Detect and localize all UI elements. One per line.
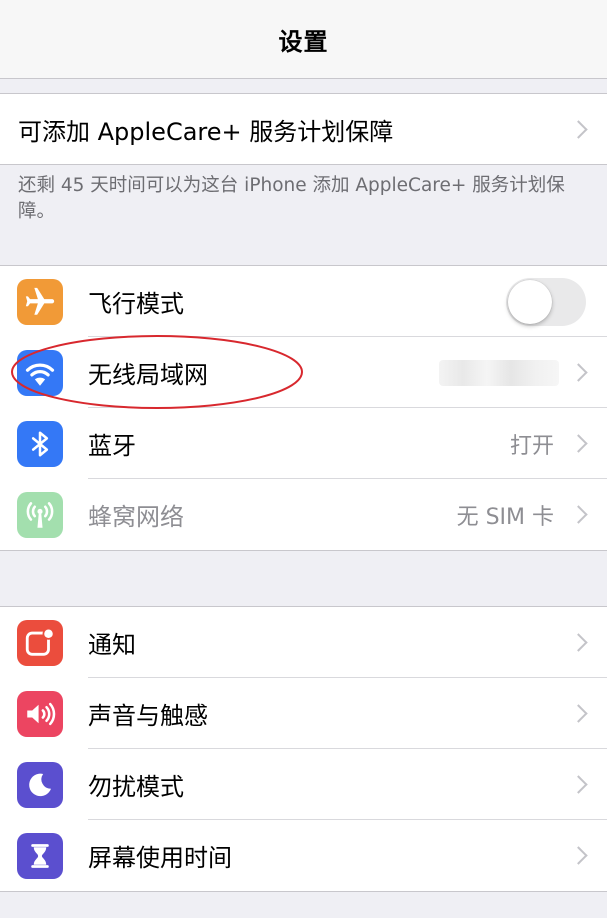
toggle-knob <box>508 279 552 324</box>
settings-row-wifi[interactable]: 无线局域网 <box>0 337 607 408</box>
cellular-label: 蜂窝网络 <box>88 503 184 531</box>
speaker-icon <box>17 690 63 737</box>
airplane-mode-label: 飞行模式 <box>88 290 184 318</box>
chevron-right-icon <box>569 775 588 794</box>
connectivity-group: 飞行模式 无线局域网 蓝牙 打开 蜂窝网络 无 SIM 卡 <box>0 265 607 551</box>
page-title: 设置 <box>278 27 329 56</box>
screen-time-label: 屏幕使用时间 <box>88 844 232 872</box>
settings-row-airplane-mode: 飞行模式 <box>0 266 607 337</box>
settings-row-cellular[interactable]: 蜂窝网络 无 SIM 卡 <box>0 479 607 550</box>
wifi-label: 无线局域网 <box>88 361 208 389</box>
settings-row-notifications[interactable]: 通知 <box>0 607 607 678</box>
chevron-right-icon <box>569 633 588 652</box>
do-not-disturb-label: 勿扰模式 <box>88 773 184 801</box>
general-group: 通知 声音与触感 勿扰模式 屏幕使用时间 <box>0 606 607 892</box>
settings-row-bluetooth[interactable]: 蓝牙 打开 <box>0 408 607 479</box>
chevron-right-icon <box>569 704 588 723</box>
navigation-bar: 设置 <box>0 0 607 79</box>
applecare-label: 可添加 AppleCare+ 服务计划保障 <box>18 117 394 146</box>
chevron-right-icon <box>569 846 588 865</box>
sounds-haptics-label: 声音与触感 <box>88 702 208 730</box>
applecare-group: 可添加 AppleCare+ 服务计划保障 <box>0 93 607 165</box>
chevron-right-icon <box>569 505 588 524</box>
applecare-row[interactable]: 可添加 AppleCare+ 服务计划保障 <box>0 94 607 164</box>
cellular-status-value: 无 SIM 卡 <box>456 504 554 530</box>
airplane-icon <box>17 278 63 325</box>
settings-row-sounds-haptics[interactable]: 声音与触感 <box>0 678 607 749</box>
bluetooth-status-value: 打开 <box>509 433 554 459</box>
moon-icon <box>17 761 63 808</box>
applecare-footnote: 还剩 45 天时间可以为这台 iPhone 添加 AppleCare+ 服务计划… <box>18 175 565 222</box>
chevron-right-icon <box>569 434 588 453</box>
notifications-icon <box>17 619 63 666</box>
airplane-mode-toggle[interactable] <box>506 277 586 326</box>
chevron-right-icon <box>569 119 588 139</box>
chevron-right-icon <box>569 363 588 382</box>
hourglass-icon <box>17 832 63 879</box>
settings-row-do-not-disturb[interactable]: 勿扰模式 <box>0 749 607 820</box>
bluetooth-label: 蓝牙 <box>88 432 136 460</box>
wifi-icon <box>17 349 63 396</box>
wifi-network-name-redacted <box>439 359 559 386</box>
notifications-label: 通知 <box>88 631 136 659</box>
cellular-antenna-icon <box>17 491 63 538</box>
bluetooth-icon <box>17 420 63 467</box>
settings-row-screen-time[interactable]: 屏幕使用时间 <box>0 820 607 891</box>
